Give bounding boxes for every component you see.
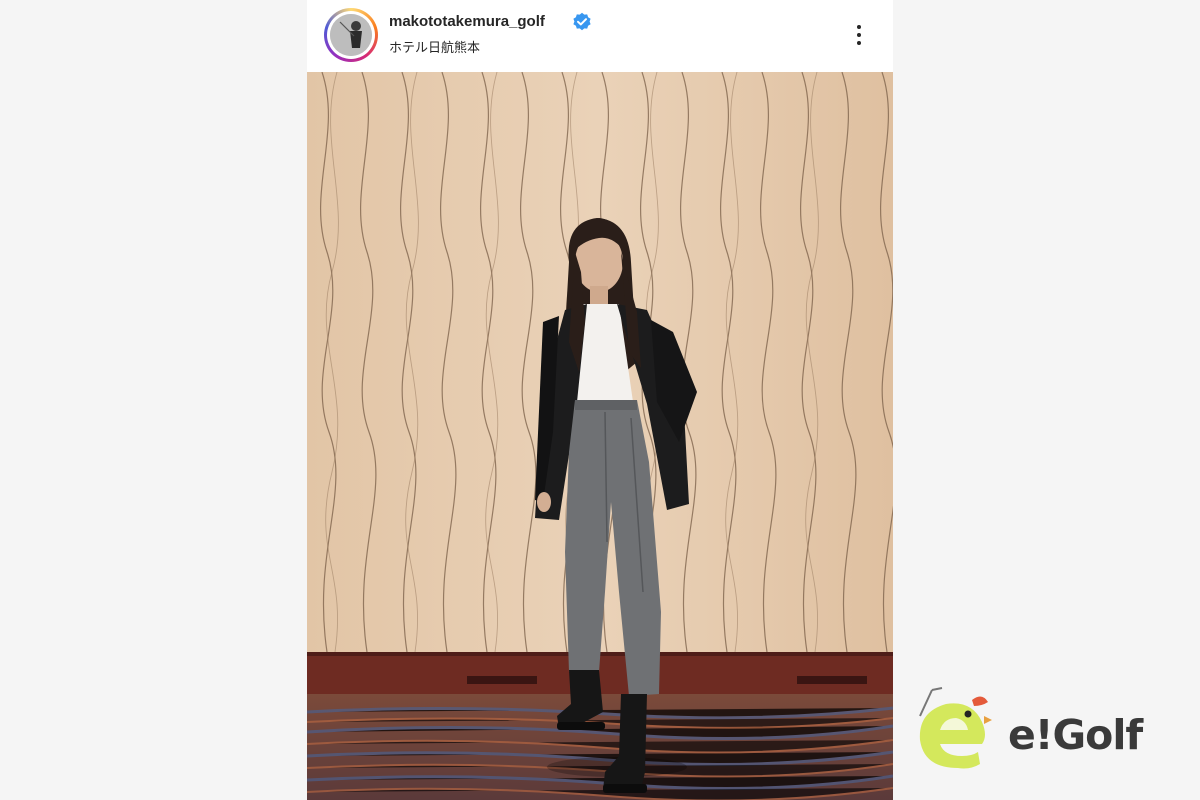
username[interactable]: makototakemura_golf <box>389 13 545 30</box>
post-header: makototakemura_golf ホテル日航熊本 <box>307 0 893 72</box>
post-photo[interactable] <box>307 72 893 800</box>
egolf-logo-text: e!Golf <box>1008 711 1143 759</box>
more-options-icon[interactable] <box>847 20 871 50</box>
instagram-post: makototakemura_golf ホテル日航熊本 <box>307 0 893 800</box>
avatar[interactable] <box>324 8 378 62</box>
post-location[interactable]: ホテル日航熊本 <box>389 37 480 56</box>
verified-badge-icon <box>573 12 591 31</box>
